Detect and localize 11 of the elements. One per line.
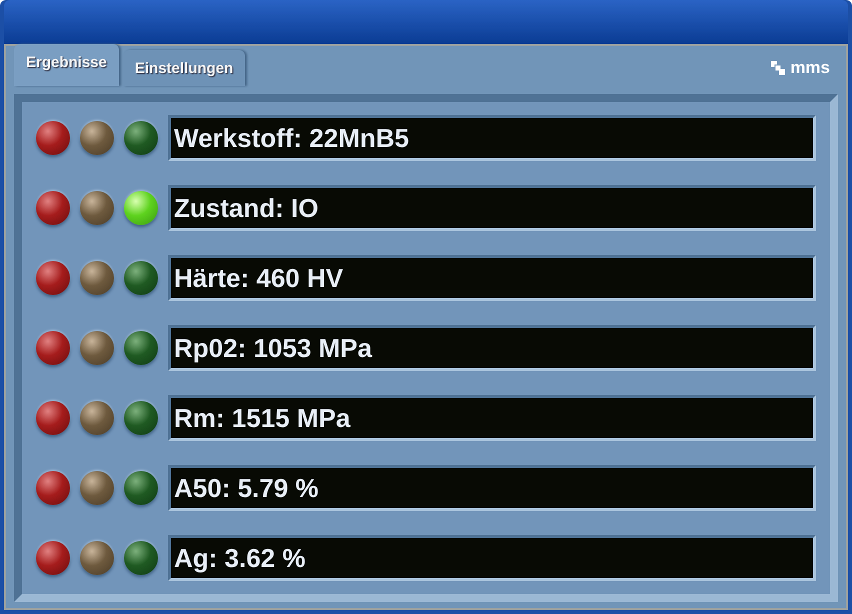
result-display: Zustand: IO xyxy=(168,185,816,231)
result-display: Werkstoff: 22MnB5 xyxy=(168,115,816,161)
tab[interactable]: Einstellungen xyxy=(122,50,246,86)
result-display: Härte: 460 HV xyxy=(168,255,816,301)
result-display: A50: 5.79 % xyxy=(168,465,816,511)
brand-logo-text: mms xyxy=(790,57,830,80)
result-display: Rp02: 1053 MPa xyxy=(168,325,816,371)
result-display: Rm: 1515 MPa xyxy=(168,395,816,441)
logo-icon xyxy=(771,61,786,75)
tab[interactable]: Ergebnisse xyxy=(14,44,119,86)
result-display: Ag: 3.62 % xyxy=(168,535,816,581)
